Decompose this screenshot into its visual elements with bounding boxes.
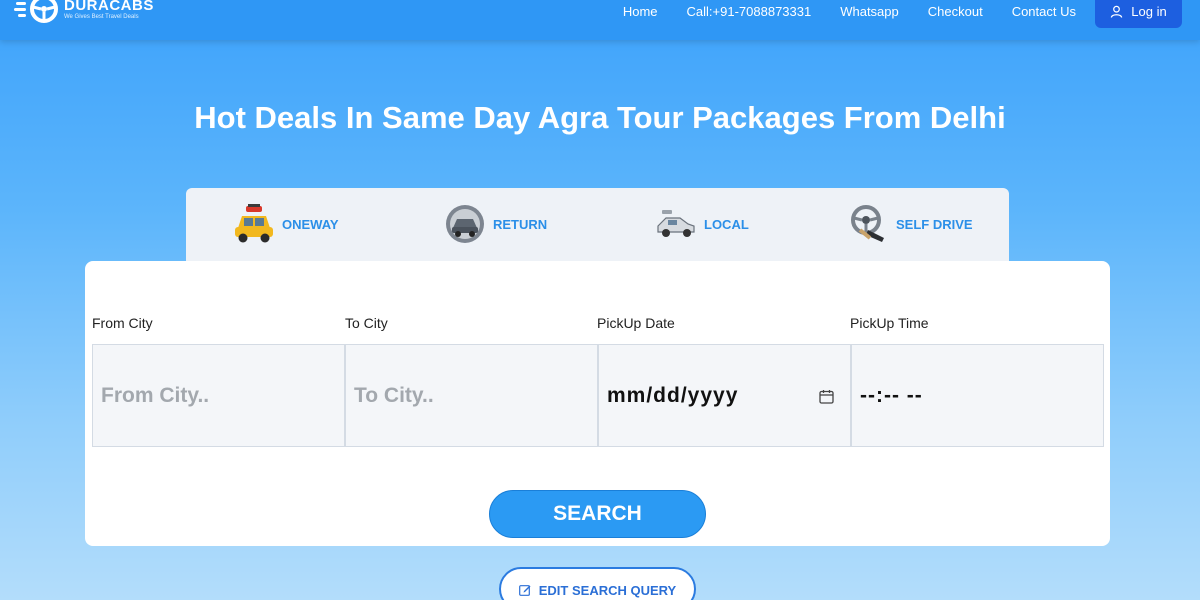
- brand-tagline: We Gives Best Travel Deals: [64, 14, 139, 20]
- tab-oneway[interactable]: ONEWAY: [232, 204, 339, 244]
- steering-wheel-icon: [14, 0, 58, 23]
- nav-contact-us[interactable]: Contact Us: [1012, 4, 1076, 19]
- edit-search-query-button[interactable]: EDIT SEARCH QUERY: [499, 567, 696, 600]
- from-city-input[interactable]: From City..: [92, 344, 345, 447]
- search-card: From City To City PickUp Date PickUp Tim…: [85, 261, 1110, 546]
- taxi-icon: [235, 204, 273, 243]
- pickup-date-input[interactable]: mm/dd/yyyy: [598, 344, 851, 447]
- nav-call[interactable]: Call:+91-7088873331: [687, 4, 812, 19]
- to-city-input[interactable]: To City..: [345, 344, 598, 447]
- local-car-icon: [657, 210, 695, 237]
- nav-whatsapp[interactable]: Whatsapp: [840, 4, 899, 19]
- top-navbar: DURACABS We Gives Best Travel Deals Home…: [0, 0, 1200, 40]
- pickup-time-input[interactable]: --:-- --: [851, 344, 1104, 447]
- edit-icon: [518, 585, 531, 596]
- tab-oneway-label: ONEWAY: [282, 216, 339, 232]
- brand-name: DURACABS: [64, 0, 154, 14]
- from-city-label: From City: [92, 315, 153, 331]
- edit-search-query-label: EDIT SEARCH QUERY: [538, 583, 677, 598]
- to-city-label: To City: [345, 315, 388, 331]
- pickup-time-value: --:-- --: [860, 383, 923, 407]
- tab-local-label: LOCAL: [704, 216, 749, 232]
- pickup-time-label: PickUp Time: [850, 315, 929, 331]
- login-button[interactable]: Log in: [1095, 0, 1182, 28]
- login-label: Log in: [1131, 3, 1167, 19]
- user-icon: [1111, 5, 1123, 18]
- calendar-icon[interactable]: [819, 389, 834, 404]
- page-title: Hot Deals In Same Day Agra Tour Packages…: [194, 100, 1006, 135]
- from-city-placeholder: From City..: [101, 383, 210, 407]
- steering-wheel-icon: [851, 205, 884, 242]
- tab-return-label: RETURN: [493, 216, 548, 232]
- main-nav: Home Call:+91-7088873331 Whatsapp Checko…: [594, 0, 1076, 22]
- nav-home[interactable]: Home: [623, 4, 658, 19]
- search-button[interactable]: SEARCH: [489, 490, 706, 538]
- return-car-icon: [446, 205, 484, 243]
- trip-type-tabs: ONEWAY RETURN LOCAL SELF DRIVE: [186, 188, 1009, 261]
- to-city-placeholder: To City..: [354, 383, 434, 407]
- tab-self-drive[interactable]: SELF DRIVE: [846, 204, 973, 244]
- pickup-date-value: mm/dd/yyyy: [607, 383, 739, 407]
- tab-self-drive-label: SELF DRIVE: [896, 216, 973, 232]
- brand-logo[interactable]: DURACABS We Gives Best Travel Deals: [14, 0, 154, 24]
- tab-return[interactable]: RETURN: [443, 204, 547, 244]
- pickup-date-label: PickUp Date: [597, 315, 675, 331]
- tab-local[interactable]: LOCAL: [654, 204, 749, 244]
- nav-checkout[interactable]: Checkout: [928, 4, 983, 19]
